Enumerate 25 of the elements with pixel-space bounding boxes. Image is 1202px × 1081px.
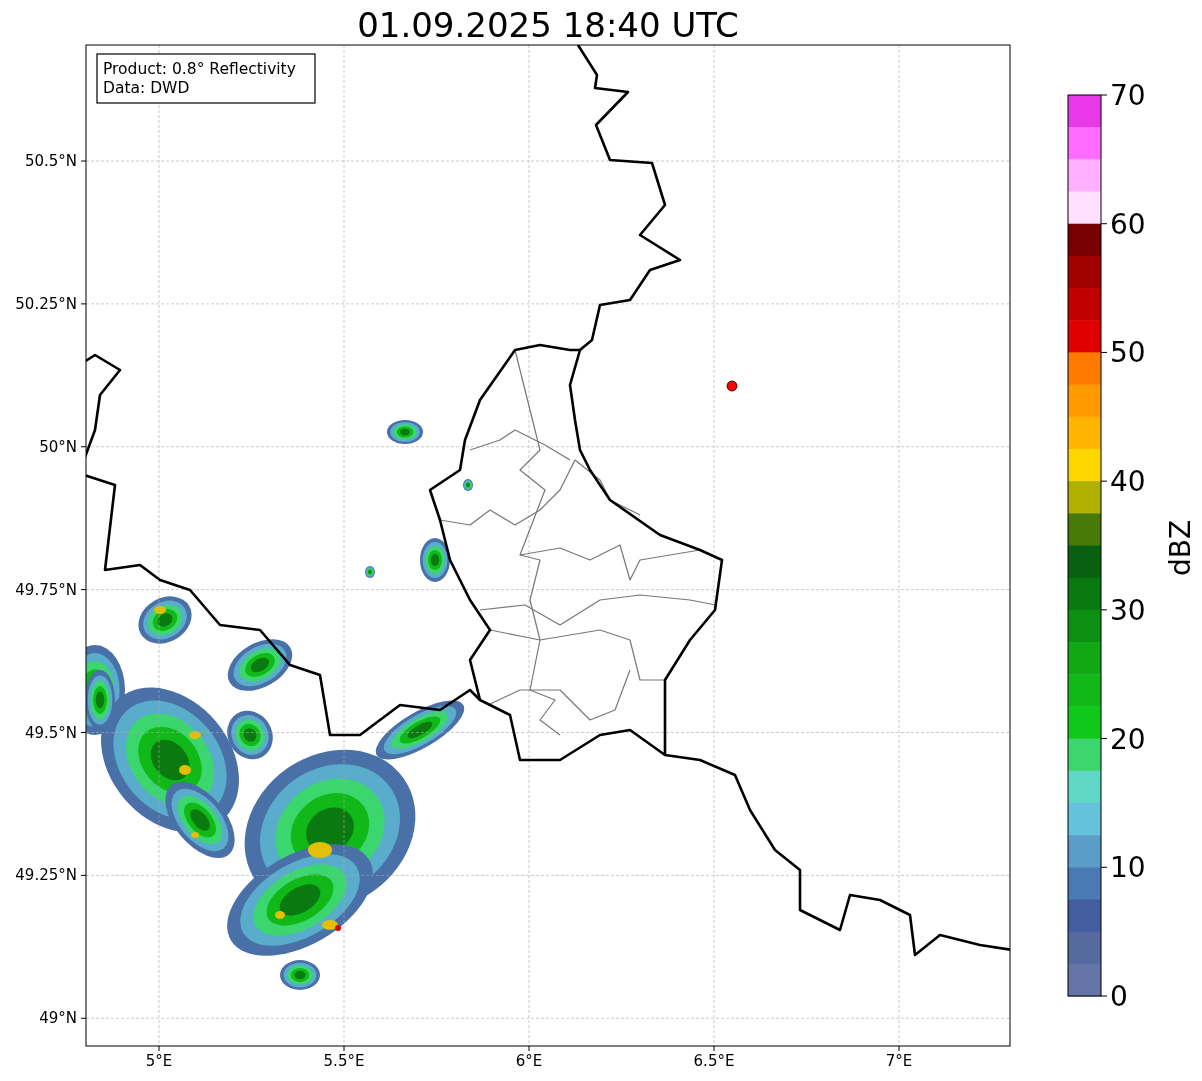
axis-tick-label: 49.25°N (15, 866, 77, 885)
axis-tick-label: 50°N (39, 437, 77, 456)
axis-tick-label: 49.5°N (24, 723, 77, 742)
colorbar-tick-label: 40 (1110, 465, 1146, 499)
axis-tick-label: 49.75°N (15, 580, 77, 599)
axis-tick-label: 49°N (39, 1009, 77, 1028)
axis-tick-label: 50.5°N (24, 152, 77, 170)
info-text: Product: 0.8° Reflectivity (103, 60, 296, 78)
colorbar-tick-label: 60 (1110, 207, 1146, 241)
colorbar-tick-label: 20 (1110, 722, 1146, 756)
colorbar-label: dBZ (1164, 519, 1197, 577)
axis-tick-label: 50.25°N (15, 294, 77, 313)
chart-title: 01.09.2025 18:40 UTC (357, 5, 739, 45)
info-text: Data: DWD (103, 79, 190, 97)
axis-tick-label: 5°E (145, 1052, 173, 1070)
colorbar-tick-label: 50 (1110, 336, 1146, 370)
colorbar-tick-label: 0 (1110, 980, 1128, 1013)
colorbar-tick-label: 10 (1110, 851, 1146, 885)
axis-tick-label: 5.5°E (323, 1052, 365, 1070)
axis-tick-label: 6.5°E (693, 1052, 735, 1070)
axis-tick-label: 6°E (515, 1052, 543, 1070)
location-marker-icon (726, 380, 738, 392)
axis-tick-label: 7°E (885, 1052, 913, 1070)
colorbar-tick-label: 70 (1110, 79, 1146, 112)
colorbar-tick-label: 30 (1110, 593, 1146, 627)
